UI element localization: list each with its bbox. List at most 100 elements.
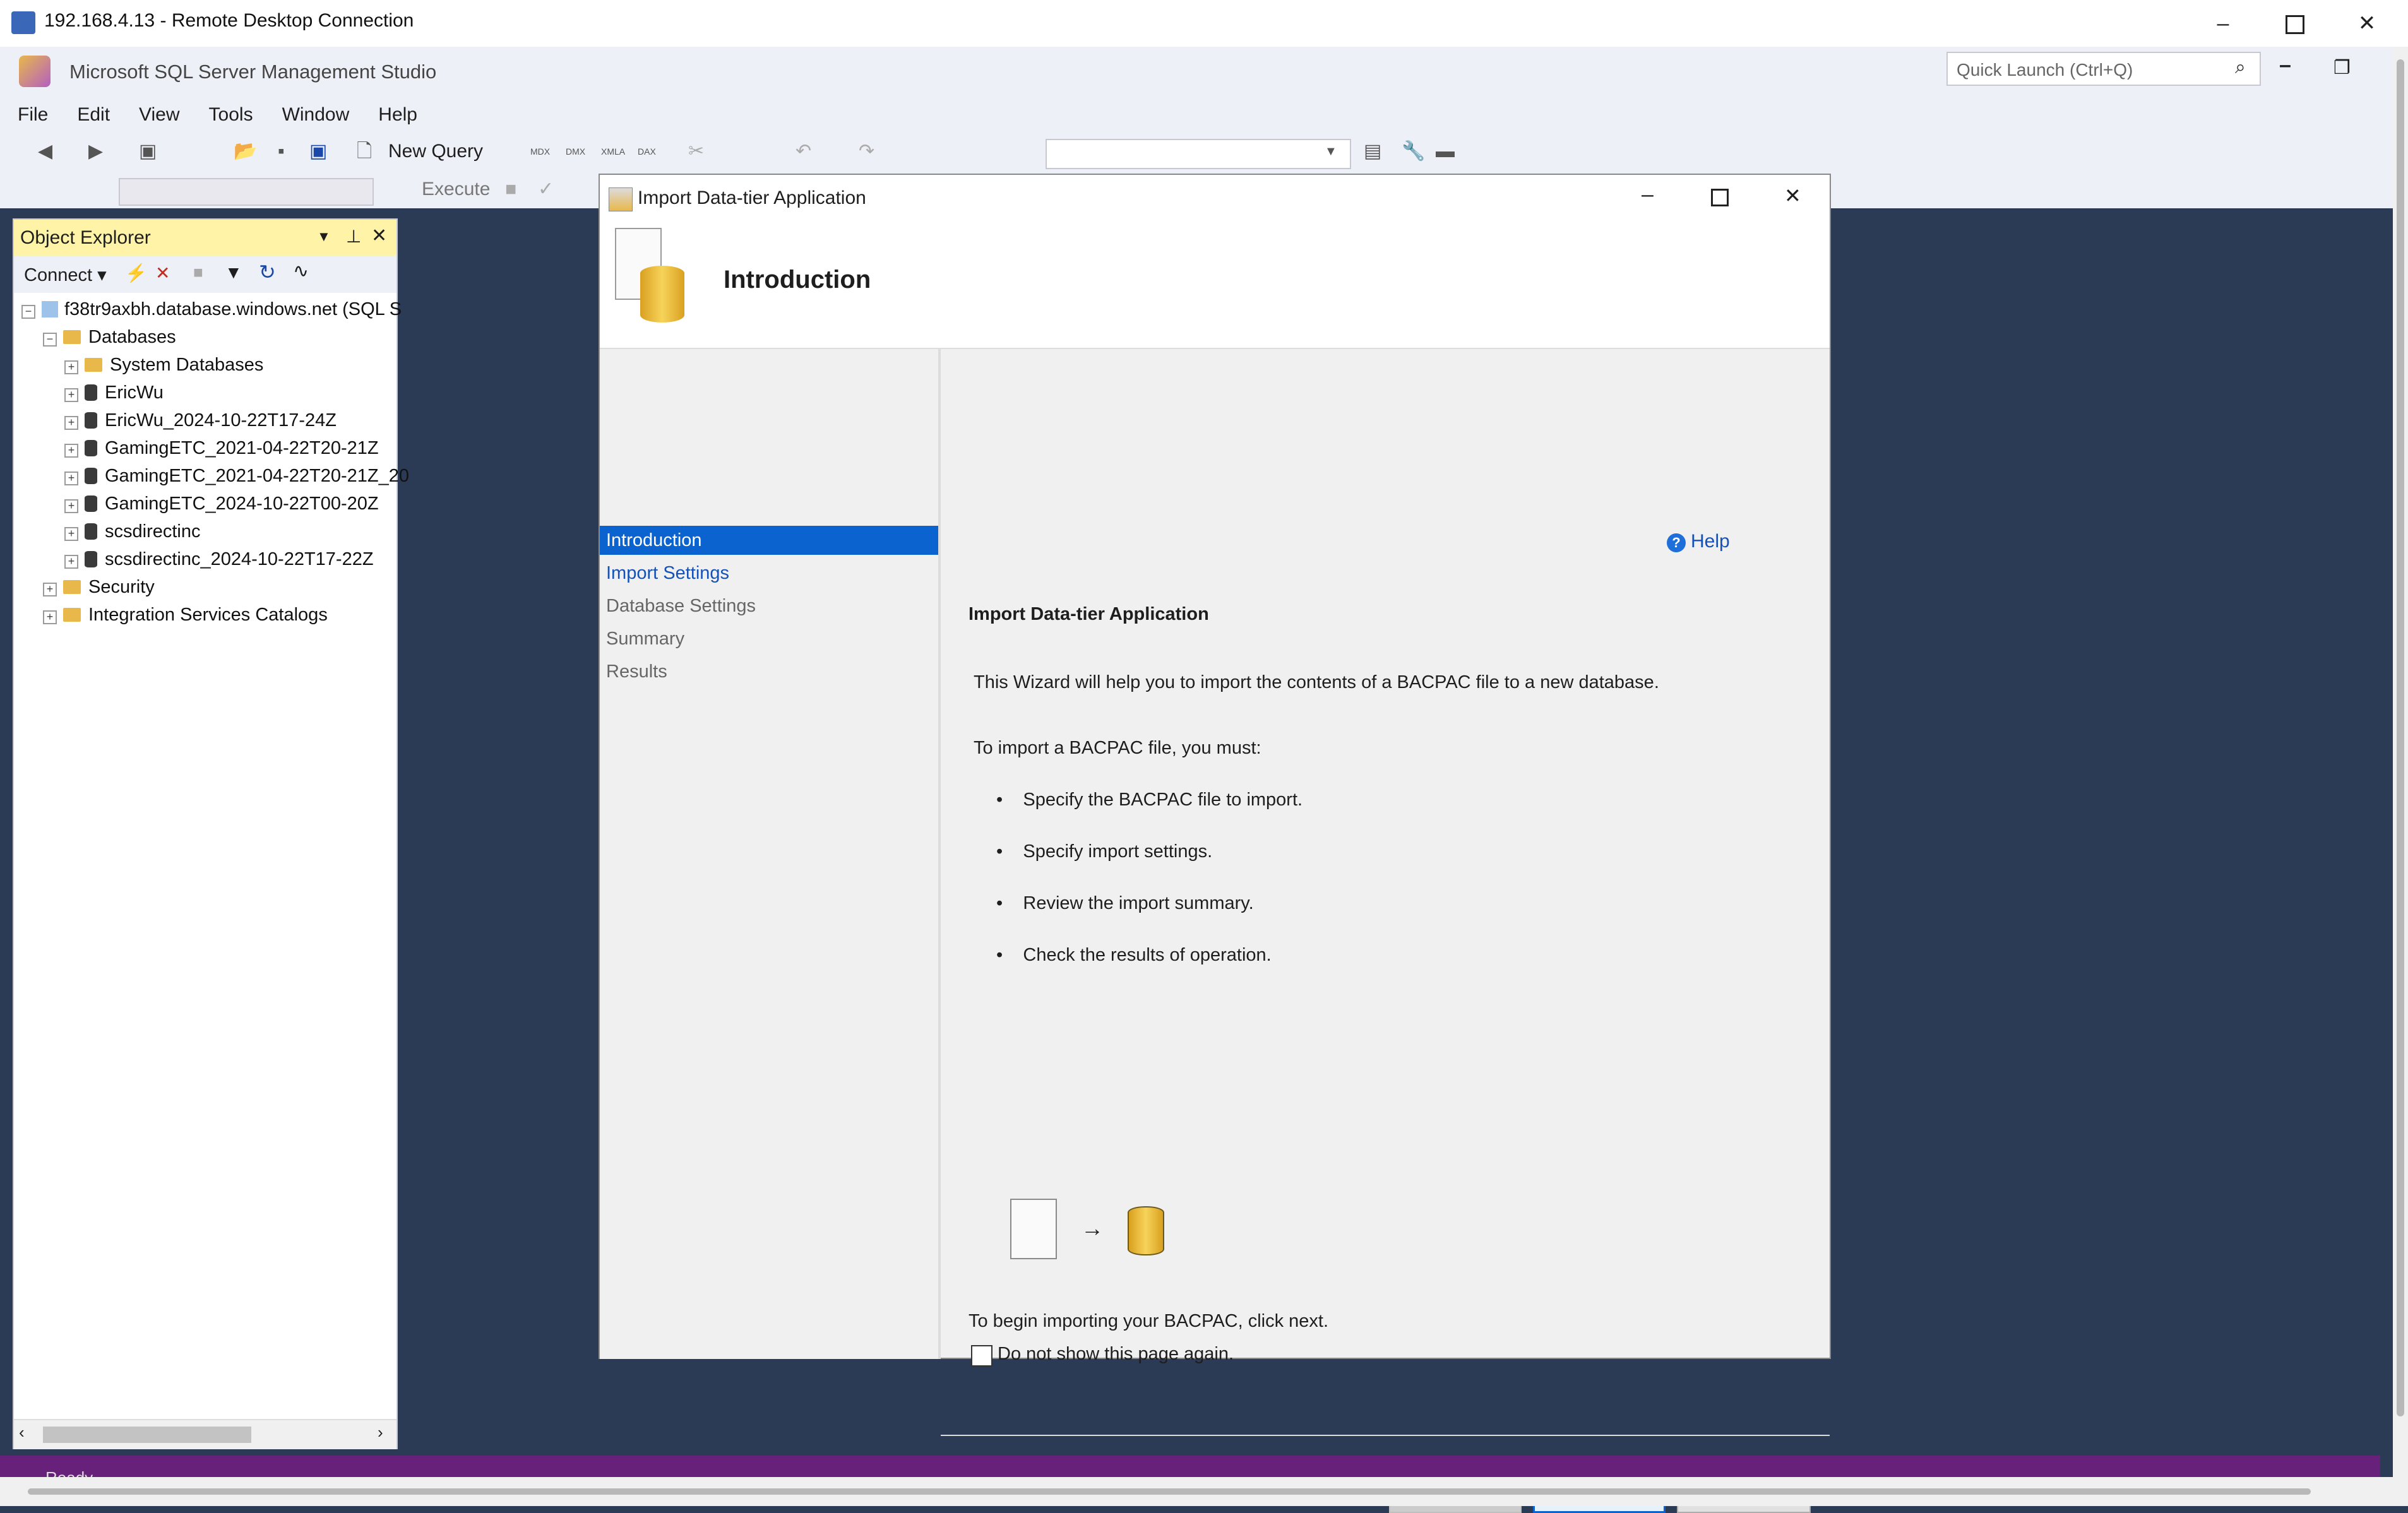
dialog-close-icon[interactable]: ✕ [1784, 184, 1801, 208]
dmx-query-icon[interactable]: DMX [566, 133, 585, 170]
do-not-show-label[interactable]: Do not show this page again. [998, 1344, 1234, 1365]
tree-node-label: Security [88, 577, 155, 597]
mdx-query-icon[interactable]: MDX [530, 133, 550, 170]
forward-icon[interactable]: ▶ [88, 133, 103, 170]
ssms-minimize-icon[interactable]: – [2279, 53, 2291, 78]
tree-db-node[interactable]: + GamingETC_2021-04-22T20-21Z_20 [64, 466, 409, 487]
chevron-down-icon[interactable]: ▼ [317, 228, 331, 245]
status-text: Ready [45, 1468, 93, 1477]
wrench-icon[interactable]: 🔧 [1402, 133, 1425, 170]
tree-integration-services-node[interactable]: + Integration Services Catalogs [43, 605, 328, 626]
undo-icon[interactable]: ↶ [796, 133, 811, 170]
new-query-icon[interactable]: 🗋 [357, 133, 372, 170]
scrollbar-thumb[interactable] [2397, 59, 2404, 1416]
parse-icon[interactable]: ✓ [538, 170, 554, 208]
wizard-content: ? Help Import Data-tier Application This … [941, 349, 1830, 1513]
tree-db-node[interactable]: + EricWu [64, 383, 164, 403]
ssms-restore-icon[interactable]: ❐ [2333, 57, 2351, 79]
step-text: Check the results of operation. [1023, 945, 1272, 965]
step-text: Specify import settings. [1023, 841, 1213, 862]
menu-edit[interactable]: Edit [77, 97, 110, 133]
nav-item-results: Results [606, 662, 667, 682]
pin-icon[interactable]: ⊥ [346, 226, 361, 247]
bacpac-file-icon [1010, 1199, 1057, 1259]
search-icon: ⌕ [2235, 57, 2246, 78]
tree-security-node[interactable]: + Security [43, 577, 155, 598]
new-query-button[interactable]: New Query [388, 133, 483, 170]
open-file-icon[interactable]: 📂 [234, 133, 257, 170]
connect-icon[interactable]: ⚡ [125, 263, 147, 283]
chevron-down-icon[interactable]: ▼ [1325, 133, 1337, 170]
nav-item-import-settings[interactable]: Import Settings [600, 559, 938, 588]
nav-item-summary: Summary [606, 629, 685, 649]
rdp-minimize-icon[interactable]: – [2188, 6, 2258, 40]
dialog-app-icon [609, 187, 633, 211]
folder-icon [85, 358, 102, 372]
help-label: Help [1691, 531, 1730, 552]
database-icon [85, 495, 97, 512]
cut-icon[interactable]: ✂ [688, 133, 704, 170]
back-icon[interactable]: ◀ [38, 133, 52, 170]
scroll-left-icon[interactable]: ‹ [19, 1423, 25, 1442]
scrollbar-thumb[interactable] [28, 1488, 2311, 1495]
close-icon[interactable]: ✕ [371, 225, 387, 247]
refresh-icon[interactable]: ↻ [259, 260, 276, 284]
tree-databases-node[interactable]: − Databases [43, 327, 176, 348]
tree-db-node[interactable]: + EricWu_2024-10-22T17-24Z [64, 410, 337, 431]
save-all-icon[interactable]: ▣ [309, 133, 327, 170]
quick-launch-input[interactable]: Quick Launch (Ctrl+Q) [1946, 52, 2261, 86]
standard-toolbar: ◀ ▶ ▣ 📂 ▪ ▣ 🗋 New Query MDX DMX XMLA DAX… [13, 133, 1528, 173]
toolbox-icon[interactable]: ▬ [1436, 133, 1455, 170]
tree-node-label: EricWu_2024-10-22T17-24Z [105, 410, 337, 430]
step-text: Specify the BACPAC file to import. [1023, 790, 1303, 810]
dialog-maximize-icon[interactable] [1711, 189, 1729, 206]
scrollbar-thumb[interactable] [43, 1427, 251, 1443]
dacpac-database-icon [615, 228, 684, 323]
filter-icon[interactable]: ▼ [225, 263, 242, 283]
dax-query-icon[interactable]: DAX [638, 133, 656, 170]
help-link[interactable]: ? Help [1667, 531, 1730, 552]
menu-tools[interactable]: Tools [209, 97, 253, 133]
ssms-title: Microsoft SQL Server Management Studio [69, 61, 437, 83]
do-not-show-checkbox[interactable] [971, 1345, 992, 1367]
xmla-query-icon[interactable]: XMLA [601, 133, 625, 170]
menu-help[interactable]: Help [378, 97, 417, 133]
activity-monitor-icon[interactable]: ∿ [293, 260, 309, 282]
save-icon[interactable]: ▪ [278, 133, 285, 170]
menu-view[interactable]: View [139, 97, 179, 133]
arrow-icon: → [1081, 1215, 1104, 1241]
properties-icon[interactable]: ▤ [1364, 133, 1381, 170]
rdp-horizontal-scrollbar[interactable] [0, 1477, 2408, 1506]
stop-icon[interactable]: ■ [193, 263, 203, 282]
horizontal-scrollbar[interactable]: ‹ › [14, 1419, 396, 1449]
stop-icon[interactable]: ■ [505, 170, 516, 208]
tree-db-node[interactable]: + System Databases [64, 355, 263, 376]
rdp-maximize-icon[interactable] [2260, 6, 2330, 40]
section-title: Import Data-tier Application [969, 604, 1209, 624]
disconnect-icon[interactable]: ✕ [155, 263, 170, 283]
solution-config-select[interactable] [1046, 139, 1351, 169]
new-project-icon[interactable]: ▣ [139, 133, 157, 170]
tree-db-node[interactable]: + scsdirectinc_2024-10-22T17-22Z [64, 549, 374, 570]
menu-window[interactable]: Window [282, 97, 350, 133]
tree-node-label: GamingETC_2024-10-22T00-20Z [105, 494, 379, 514]
rdp-close-icon[interactable]: ✕ [2332, 6, 2402, 40]
vertical-scrollbar[interactable] [2393, 47, 2408, 1477]
databases-label: Databases [88, 327, 176, 347]
connect-button[interactable]: Connect ▾ [24, 264, 107, 286]
object-explorer-header: Object Explorer ▼ ⊥ ✕ [14, 220, 396, 256]
nav-item-introduction[interactable]: Introduction [600, 526, 938, 555]
tree-node-label: scsdirectinc [105, 521, 201, 542]
scroll-right-icon[interactable]: › [378, 1423, 383, 1442]
folder-icon [63, 580, 81, 594]
dialog-minimize-icon[interactable]: – [1642, 182, 1654, 207]
tree-db-node[interactable]: + scsdirectinc [64, 521, 201, 542]
execute-button[interactable]: Execute [422, 170, 490, 208]
database-select[interactable] [119, 178, 374, 206]
rdp-window-title: 192.168.4.13 - Remote Desktop Connection [44, 10, 414, 31]
tree-server-node[interactable]: − f38tr9axbh.database.windows.net (SQL S [21, 299, 402, 320]
redo-icon[interactable]: ↷ [859, 133, 874, 170]
tree-db-node[interactable]: + GamingETC_2024-10-22T00-20Z [64, 494, 379, 514]
menu-file[interactable]: File [18, 97, 48, 133]
tree-db-node[interactable]: + GamingETC_2021-04-22T20-21Z [64, 438, 379, 459]
